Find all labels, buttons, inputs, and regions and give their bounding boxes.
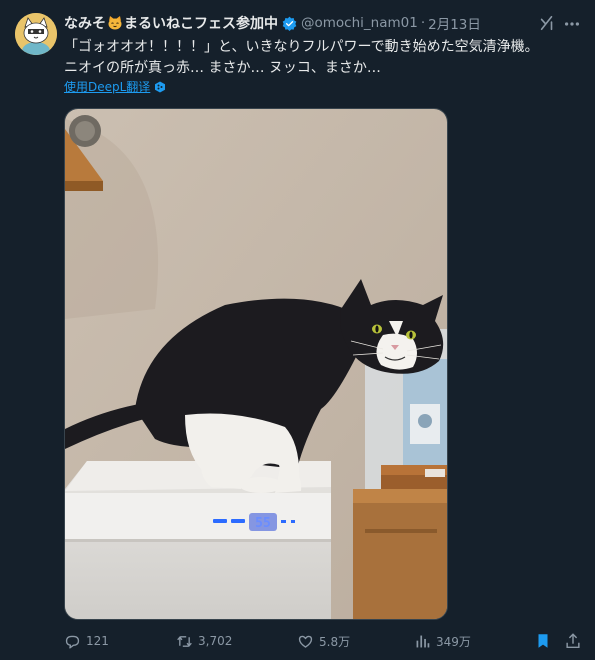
views-icon — [416, 635, 430, 647]
deepl-icon — [155, 81, 166, 92]
reply-button[interactable]: 121 — [64, 630, 109, 652]
tweet-actions-bar: 121 3,702 5.8万 349万 — [64, 630, 584, 652]
retweet-count: 3,702 — [198, 634, 233, 648]
cat-face-emoji-icon — [108, 16, 122, 30]
tweet: なみそ まるいねこフェス参加中 @omochi_nam01 · 2月13日 「ゴ… — [0, 0, 595, 660]
tweet-text-line: 「ゴォオオオ！！！！」と、いきなりフルパワーで動き始めた空気清浄機。 — [64, 39, 539, 55]
reply-icon — [65, 635, 80, 649]
views-count: 349万 — [436, 634, 471, 649]
tweet-text: 「ゴォオオオ！！！！」と、いきなりフルパワーで動き始めた空気清浄機。 ニオイの所… — [64, 37, 584, 79]
tweet-date[interactable]: 2月13日 — [428, 13, 481, 33]
header-separator: · — [420, 15, 426, 31]
translate-link[interactable]: 使用DeepL翻译 — [64, 78, 166, 95]
display-name[interactable]: なみそ まるいねこフェス参加中 — [64, 13, 278, 33]
share-icon[interactable] — [564, 632, 582, 650]
tweet-photo[interactable]: 55 — [64, 108, 448, 620]
retweet-button[interactable]: 3,702 — [176, 630, 232, 652]
like-count: 5.8万 — [319, 634, 351, 649]
avatar[interactable] — [15, 13, 57, 55]
user-handle[interactable]: @omochi_nam01 — [301, 15, 418, 31]
like-button[interactable]: 5.8万 — [297, 630, 350, 652]
air-purifier-display-value: 55 — [255, 516, 271, 531]
avatar-cat-illustration — [15, 13, 57, 55]
cat-on-air-purifier-photo: 55 — [65, 109, 447, 619]
views-button[interactable]: 349万 — [414, 630, 471, 652]
grok-icon[interactable] — [538, 14, 556, 32]
verified-badge-icon[interactable] — [282, 16, 297, 31]
retweet-icon — [177, 635, 192, 647]
tweet-header: なみそ まるいねこフェス参加中 @omochi_nam01 · 2月13日 — [64, 12, 565, 34]
bookmark-icon[interactable] — [534, 632, 552, 650]
tweet-text-line: ニオイの所が真っ赤… まさか… ヌッコ、まさか… — [64, 60, 381, 76]
translate-label[interactable]: 使用DeepL翻译 — [64, 78, 150, 95]
reply-count: 121 — [86, 634, 109, 648]
more-icon[interactable] — [563, 15, 581, 33]
heart-icon — [298, 635, 313, 648]
